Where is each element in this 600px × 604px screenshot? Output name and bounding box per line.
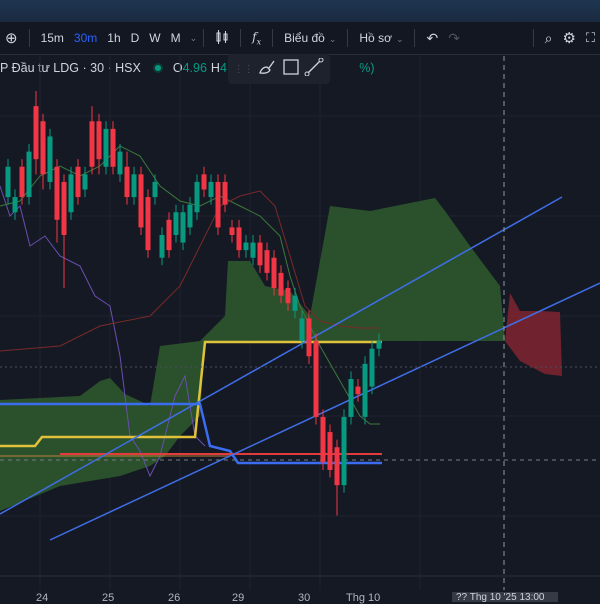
- candle-down: [33, 106, 39, 160]
- interval-30m[interactable]: 30m: [69, 31, 102, 45]
- gear-icon[interactable]: ⚙: [557, 29, 580, 47]
- candle-down: [313, 341, 319, 417]
- window-top-strip: [0, 0, 600, 22]
- candle-down: [145, 197, 151, 251]
- divider: [272, 29, 274, 47]
- candle-up: [152, 181, 158, 198]
- candle-down: [271, 257, 277, 289]
- candle-down: [89, 121, 95, 167]
- time-tick: Thg 10: [346, 592, 381, 604]
- candle-down: [306, 318, 312, 357]
- candle-down: [166, 219, 172, 251]
- candle-down: [229, 227, 235, 235]
- candle-down: [327, 432, 333, 470]
- candle-down: [334, 447, 340, 486]
- candle-up: [5, 166, 11, 198]
- add-symbol-icon[interactable]: ⊕: [0, 29, 23, 47]
- rectangle-icon[interactable]: [281, 58, 301, 81]
- interval-d[interactable]: D: [126, 31, 145, 45]
- candle-down: [236, 227, 242, 251]
- drawing-toolbar: ⋮⋮: [228, 54, 330, 84]
- time-tick: 26: [168, 592, 181, 604]
- candle-down: [61, 181, 67, 235]
- time-tick: 29: [232, 592, 245, 604]
- candle-up: [348, 379, 354, 417]
- chevron-down-icon: ⌄: [395, 34, 404, 44]
- candle-up: [243, 242, 249, 251]
- time-tick: 24: [36, 592, 49, 604]
- candle-up: [82, 174, 88, 190]
- drag-handle-icon[interactable]: ⋮⋮: [234, 64, 254, 75]
- fullscreen-icon[interactable]: ⛶: [581, 30, 600, 46]
- candle-down: [138, 174, 144, 228]
- candle-down: [124, 166, 130, 198]
- profile-menu-button[interactable]: Hồ sơ ⌄: [354, 31, 408, 45]
- price-chart[interactable]: [0, 56, 600, 590]
- candle-up: [117, 151, 123, 175]
- profile-menu-label: Hồ sơ: [359, 31, 392, 45]
- divider: [28, 29, 30, 47]
- candle-up: [369, 348, 375, 387]
- interval-15m[interactable]: 15m: [36, 31, 69, 45]
- candle-up: [299, 318, 305, 342]
- divider: [532, 29, 534, 47]
- candle-down: [19, 166, 25, 198]
- candle-up: [208, 181, 214, 198]
- divider: [203, 29, 205, 47]
- candle-type-icon[interactable]: [210, 29, 234, 48]
- candle-down: [75, 166, 81, 198]
- divider: [414, 29, 416, 47]
- candle-up: [376, 341, 382, 349]
- candle-down: [54, 166, 60, 220]
- trendline-upper: [0, 196, 563, 515]
- candle-down: [201, 174, 207, 190]
- interval-m[interactable]: M: [166, 31, 186, 45]
- candle-up: [47, 136, 53, 182]
- redo-icon[interactable]: ↷: [443, 30, 465, 47]
- candle-up: [187, 204, 193, 228]
- divider: [347, 29, 349, 47]
- candle-up: [250, 242, 256, 258]
- crosshair-time-label: ?? Thg 10 '25 13:00: [452, 592, 558, 603]
- candle-down: [285, 288, 291, 304]
- divider: [240, 29, 242, 47]
- interval-w[interactable]: W: [144, 31, 165, 45]
- time-tick: 25: [102, 592, 115, 604]
- candle-up: [362, 363, 368, 417]
- candle-up: [68, 174, 74, 213]
- candle-down: [96, 121, 102, 160]
- candle-down: [320, 416, 326, 463]
- candle-up: [159, 234, 165, 258]
- candle-down: [215, 181, 221, 228]
- candle-up: [131, 174, 137, 198]
- candle-up: [180, 212, 186, 243]
- candle-down: [110, 128, 116, 167]
- candle-up: [292, 295, 298, 311]
- candle-down: [264, 250, 270, 273]
- chart-menu-button[interactable]: Biểu đồ ⌄: [279, 31, 341, 45]
- candle-up: [173, 212, 179, 235]
- candle-down: [222, 181, 228, 205]
- chart-menu-label: Biểu đồ: [284, 31, 325, 45]
- time-tick: 30: [298, 592, 311, 604]
- indicators-fx-icon[interactable]: fx: [247, 30, 266, 46]
- undo-icon[interactable]: ↶: [421, 30, 443, 47]
- candle-up: [194, 181, 200, 213]
- candle-down: [40, 121, 46, 175]
- candle-up: [12, 197, 18, 213]
- trend-line-icon[interactable]: [304, 57, 324, 81]
- quick-search-icon[interactable]: ⌕: [540, 30, 558, 47]
- candle-up: [103, 128, 109, 167]
- chevron-down-icon[interactable]: ⌄: [190, 33, 198, 44]
- interval-1h[interactable]: 1h: [102, 31, 125, 45]
- candle-down: [355, 386, 361, 395]
- chevron-down-icon: ⌄: [328, 34, 337, 44]
- top-toolbar: ⊕ 15m 30m 1h D W M ⌄ fx Biểu đồ ⌄ Hồ sơ ⌄ …: [0, 22, 600, 55]
- candle-down: [257, 242, 263, 266]
- candle-up: [26, 151, 32, 198]
- brush-icon[interactable]: [257, 58, 277, 81]
- candle-down: [278, 272, 284, 296]
- candle-up: [341, 416, 347, 486]
